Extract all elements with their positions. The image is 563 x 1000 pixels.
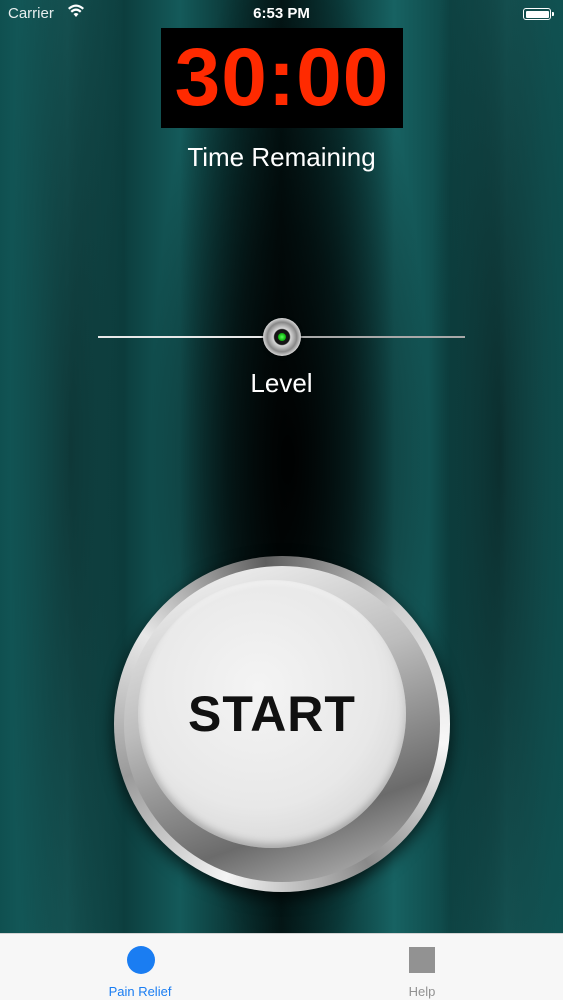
circle-icon: [127, 946, 155, 974]
level-slider[interactable]: [98, 318, 465, 356]
square-icon: [409, 947, 435, 973]
app-screen: Carrier 6:53 PM 30:00 Time Remaining Lev…: [0, 0, 563, 933]
green-led-icon: [278, 333, 286, 341]
start-button-face[interactable]: START: [138, 580, 406, 848]
slider-track-remaining: [282, 336, 465, 338]
start-button[interactable]: START: [114, 556, 450, 892]
level-label: Level: [250, 368, 313, 398]
tab-label: Help: [408, 984, 436, 999]
time-remaining-label: Time Remaining: [187, 142, 376, 172]
tab-pain-relief[interactable]: Pain Relief: [70, 934, 210, 1000]
battery-icon: [523, 8, 554, 20]
tab-label: Pain Relief: [108, 984, 172, 999]
timer-display: 30:00: [161, 28, 403, 128]
timer-value: 30:00: [174, 32, 390, 123]
tab-help[interactable]: Help: [352, 934, 492, 1000]
status-time: 6:53 PM: [253, 5, 310, 22]
status-bar: Carrier 6:53 PM: [0, 0, 563, 28]
start-button-label: START: [188, 686, 356, 742]
tab-bar: Pain Relief Help: [0, 933, 563, 1000]
slider-thumb[interactable]: [263, 318, 301, 356]
